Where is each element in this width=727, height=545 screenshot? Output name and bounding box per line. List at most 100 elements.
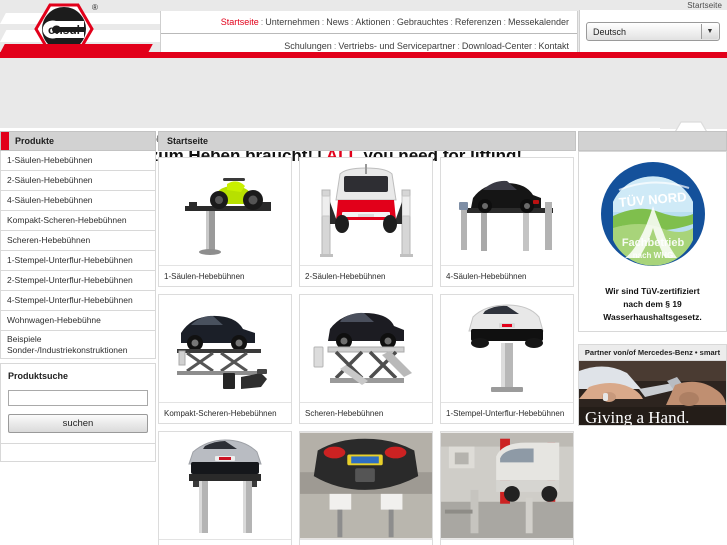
product-caption	[441, 539, 573, 545]
sidebar-item-wohnwagen[interactable]: Wohnwagen-Hebebühne	[0, 311, 156, 331]
nav-item-vertriebs-und-servicepartner[interactable]: Vertriebs- und Servicepartner	[338, 41, 455, 51]
sidebar-item-label: 4-Stempel-Unterflur-Hebebühnen	[7, 295, 133, 306]
silver-car-on-twin-ram-inground-lift-icon	[188, 438, 262, 533]
corner-page-label: Startseite	[687, 1, 722, 10]
sidebar-item-1-stempel-unterflur[interactable]: 1-Stempel-Unterflur-Hebebühnen	[0, 251, 156, 271]
product-caption: 2-Säulen-Hebebühnen	[300, 265, 432, 286]
sidebar-footer-spacer	[0, 444, 156, 463]
sidebar-item-4-stempel-unterflur[interactable]: 4-Stempel-Unterflur-Hebebühnen	[0, 291, 156, 311]
sports-car-underbody-on-inground-lift-icon	[300, 432, 432, 539]
sidebar-header: Produkte	[0, 131, 156, 151]
sidebar-item-label: Wohnwagen-Hebebühne	[7, 315, 101, 326]
product-card[interactable]: 2-Säulen-Hebebühnen	[299, 157, 433, 287]
product-card[interactable]	[158, 431, 292, 545]
product-image	[300, 295, 432, 402]
sidebar-item-sonderkonstruktionen[interactable]: Beispiele Sonder-/Industriekonstruktione…	[0, 331, 156, 360]
product-image	[441, 295, 573, 402]
nav-item-schulungen[interactable]: Schulungen	[284, 41, 332, 51]
tuv-badge-area: TÜV NORD Fachbetrieb nach WHG Wir sind T…	[579, 152, 726, 331]
product-image	[159, 158, 291, 265]
claim-banner: Consul Werkstattausrüstung GmbH ALLES, w…	[0, 58, 727, 187]
partner-image: Giving a Hand.	[578, 360, 727, 427]
right-sidebar-spacer	[578, 332, 727, 344]
sidebar-item-2-stempel-unterflur[interactable]: 2-Stempel-Unterflur-Hebebühnen	[0, 271, 156, 291]
nav-row-primary: Startseite : Unternehmen : News : Aktion…	[161, 11, 577, 34]
product-caption: Scheren-Hebebühnen	[300, 402, 432, 423]
product-caption: Kompakt-Scheren-Hebebühnen	[159, 402, 291, 423]
sidebar-item-label: 4-Säulen-Hebebühnen	[7, 195, 93, 206]
search-button[interactable]: suchen	[8, 414, 148, 434]
tuv-nord-seal-icon: TÜV NORD Fachbetrieb nach WHG	[600, 162, 705, 266]
search-input[interactable]	[8, 390, 148, 407]
tuv-text-line-2: nach dem § 19	[623, 298, 682, 309]
nav-item-download-center[interactable]: Download-Center	[462, 41, 532, 51]
sidebar-item-4-saeulen[interactable]: 4-Säulen-Hebebühnen	[0, 191, 156, 211]
nav-item-aktionen[interactable]: Aktionen	[355, 17, 390, 27]
partner-banner[interactable]: Partner von/of Mercedes-Benz • smart Giv…	[578, 344, 727, 427]
product-card[interactable]: Kompakt-Scheren-Hebebühnen	[158, 294, 292, 424]
nav-item-unternehmen[interactable]: Unternehmen	[265, 17, 320, 27]
language-selected-value: Deutsch	[593, 26, 627, 37]
nav-item-kontakt[interactable]: Kontakt	[538, 41, 569, 51]
sidebar: Produkte 1-Säulen-Hebebühnen 2-Säulen-He…	[0, 131, 156, 463]
tuv-certificate-text: Wir sind TüV-zertifiziert nach dem § 19 …	[585, 285, 720, 323]
nav-item-gebrauchtes[interactable]: Gebrauchtes	[397, 17, 449, 27]
product-card[interactable]: 4-Säulen-Hebebühnen	[440, 157, 574, 287]
sidebar-item-1-saeulen[interactable]: 1-Säulen-Hebebühnen	[0, 151, 156, 171]
product-image	[300, 432, 432, 539]
tuv-text-line-3: Wasserhaushaltsgesetz.	[603, 311, 702, 322]
nav-item-startseite[interactable]: Startseite	[221, 17, 259, 27]
product-image	[441, 158, 573, 265]
white-car-on-single-ram-inground-lift-icon	[468, 303, 544, 392]
main-navigation: Startseite : Unternehmen : News : Aktion…	[160, 11, 578, 57]
sidebar-header-marker	[1, 132, 9, 150]
tuv-text-line-1: Wir sind TüV-zertifiziert	[605, 286, 700, 296]
product-image	[159, 432, 291, 539]
product-card[interactable]: Scheren-Hebebühnen	[299, 294, 433, 424]
product-search: Produktsuche suchen	[0, 363, 156, 445]
product-image	[300, 158, 432, 265]
quad-bike-on-one-post-lift-icon	[185, 177, 271, 255]
sidebar-item-label: 1-Säulen-Hebebühnen	[7, 155, 93, 166]
tuv-certificate-box: TÜV NORD Fachbetrieb nach WHG Wir sind T…	[578, 151, 727, 333]
red-white-van-on-two-post-lift-icon	[320, 163, 413, 257]
dark-suv-on-compact-scissor-lift-icon	[177, 315, 267, 389]
svg-text:onsul: onsul	[48, 23, 80, 37]
sidebar-title: Produkte	[15, 136, 55, 146]
product-caption: 1-Stempel-Unterflur-Hebebühnen	[441, 402, 573, 423]
product-search-title: Produktsuche	[8, 371, 69, 382]
language-selector[interactable]: Deutsch ▼	[586, 22, 720, 41]
sidebar-item-2-saeulen[interactable]: 2-Säulen-Hebebühnen	[0, 171, 156, 191]
sidebar-item-label: Scheren-Hebebühnen	[7, 235, 91, 246]
dark-car-on-scissor-lift-with-ramps-icon	[313, 312, 412, 385]
camper-van-on-two-post-lift-in-workshop-icon	[441, 432, 573, 539]
tuv-badge-bottom-text: nach WHG	[632, 251, 672, 260]
language-select-display[interactable]: Deutsch ▼	[586, 22, 720, 41]
sidebar-item-kompakt-scheren[interactable]: Kompakt-Scheren-Hebebühnen	[0, 211, 156, 231]
page-title: Startseite	[167, 136, 209, 146]
content-header: Startseite	[158, 131, 576, 151]
sidebar-item-label: 1-Stempel-Unterflur-Hebebühnen	[7, 255, 133, 266]
nav-item-referenzen[interactable]: Referenzen	[455, 17, 502, 27]
nav-item-news[interactable]: News	[326, 17, 349, 27]
sidebar-item-scheren[interactable]: Scheren-Hebebühnen	[0, 231, 156, 251]
product-caption: 1-Säulen-Hebebühnen	[159, 265, 291, 286]
red-divider-bar-skew	[0, 44, 153, 53]
tuv-badge-mid-text: Fachbetrieb	[621, 237, 684, 249]
product-card[interactable]: 1-Stempel-Unterflur-Hebebühnen	[440, 294, 574, 424]
product-card[interactable]	[440, 431, 574, 545]
nav-item-messekalender[interactable]: Messekalender	[508, 17, 569, 27]
black-car-on-four-post-lift-icon	[459, 180, 553, 251]
chevron-down-icon[interactable]: ▼	[701, 24, 718, 39]
product-card[interactable]: 1-Säulen-Hebebühnen	[158, 157, 292, 287]
product-grid: 1-Säulen-Hebebühnen 2-Säulen-Hebebühnen …	[158, 157, 576, 545]
main-content: Startseite 1-Säulen-Hebebühnen 2-Säulen-…	[158, 131, 576, 545]
partner-heading: Partner von/of Mercedes-Benz • smart	[578, 344, 727, 361]
partner-image-caption-text: Giving a Hand.	[585, 408, 689, 426]
product-caption	[300, 539, 432, 545]
top-bar: Startseite onsul ® Startseite : Unterneh…	[0, 0, 727, 58]
product-card[interactable]	[299, 431, 433, 545]
page-root: Startseite onsul ® Startseite : Unterneh…	[0, 0, 727, 545]
registered-trademark-symbol: ®	[92, 3, 98, 12]
sidebar-item-label: 2-Säulen-Hebebühnen	[7, 175, 93, 186]
